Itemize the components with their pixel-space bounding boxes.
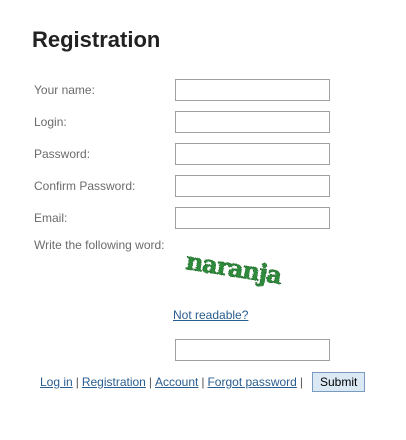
password-label: Password: bbox=[34, 147, 91, 161]
submit-button[interactable]: Submit bbox=[311, 372, 366, 392]
name-label: Your name: bbox=[34, 83, 95, 97]
separator: | bbox=[201, 375, 205, 389]
login-label: Login: bbox=[34, 115, 67, 129]
not-readable-link[interactable]: Not readable? bbox=[173, 308, 248, 322]
name-input[interactable] bbox=[175, 79, 330, 101]
captcha-word: naranja bbox=[184, 252, 284, 290]
captcha-image: naranja bbox=[184, 252, 284, 290]
log-in-link[interactable]: Log in bbox=[40, 375, 73, 389]
separator: | bbox=[148, 375, 152, 389]
confirm-password-input[interactable] bbox=[175, 175, 330, 197]
footer-links: Log in | Registration | Account | Forgot… bbox=[40, 372, 366, 392]
separator: | bbox=[75, 375, 79, 389]
login-input[interactable] bbox=[175, 111, 330, 133]
email-label: Email: bbox=[34, 211, 68, 225]
email-input[interactable] bbox=[175, 207, 330, 229]
registration-link[interactable]: Registration bbox=[82, 375, 146, 389]
captcha-label: Write the following word: bbox=[34, 238, 165, 252]
separator: | bbox=[299, 375, 303, 389]
password-input[interactable] bbox=[175, 143, 330, 165]
captcha-input[interactable] bbox=[175, 339, 330, 361]
account-link[interactable]: Account bbox=[155, 375, 198, 389]
confirm-password-label: Confirm Password: bbox=[34, 179, 136, 193]
page-title: Registration bbox=[32, 27, 161, 52]
forgot-password-link[interactable]: Forgot password bbox=[207, 375, 296, 389]
